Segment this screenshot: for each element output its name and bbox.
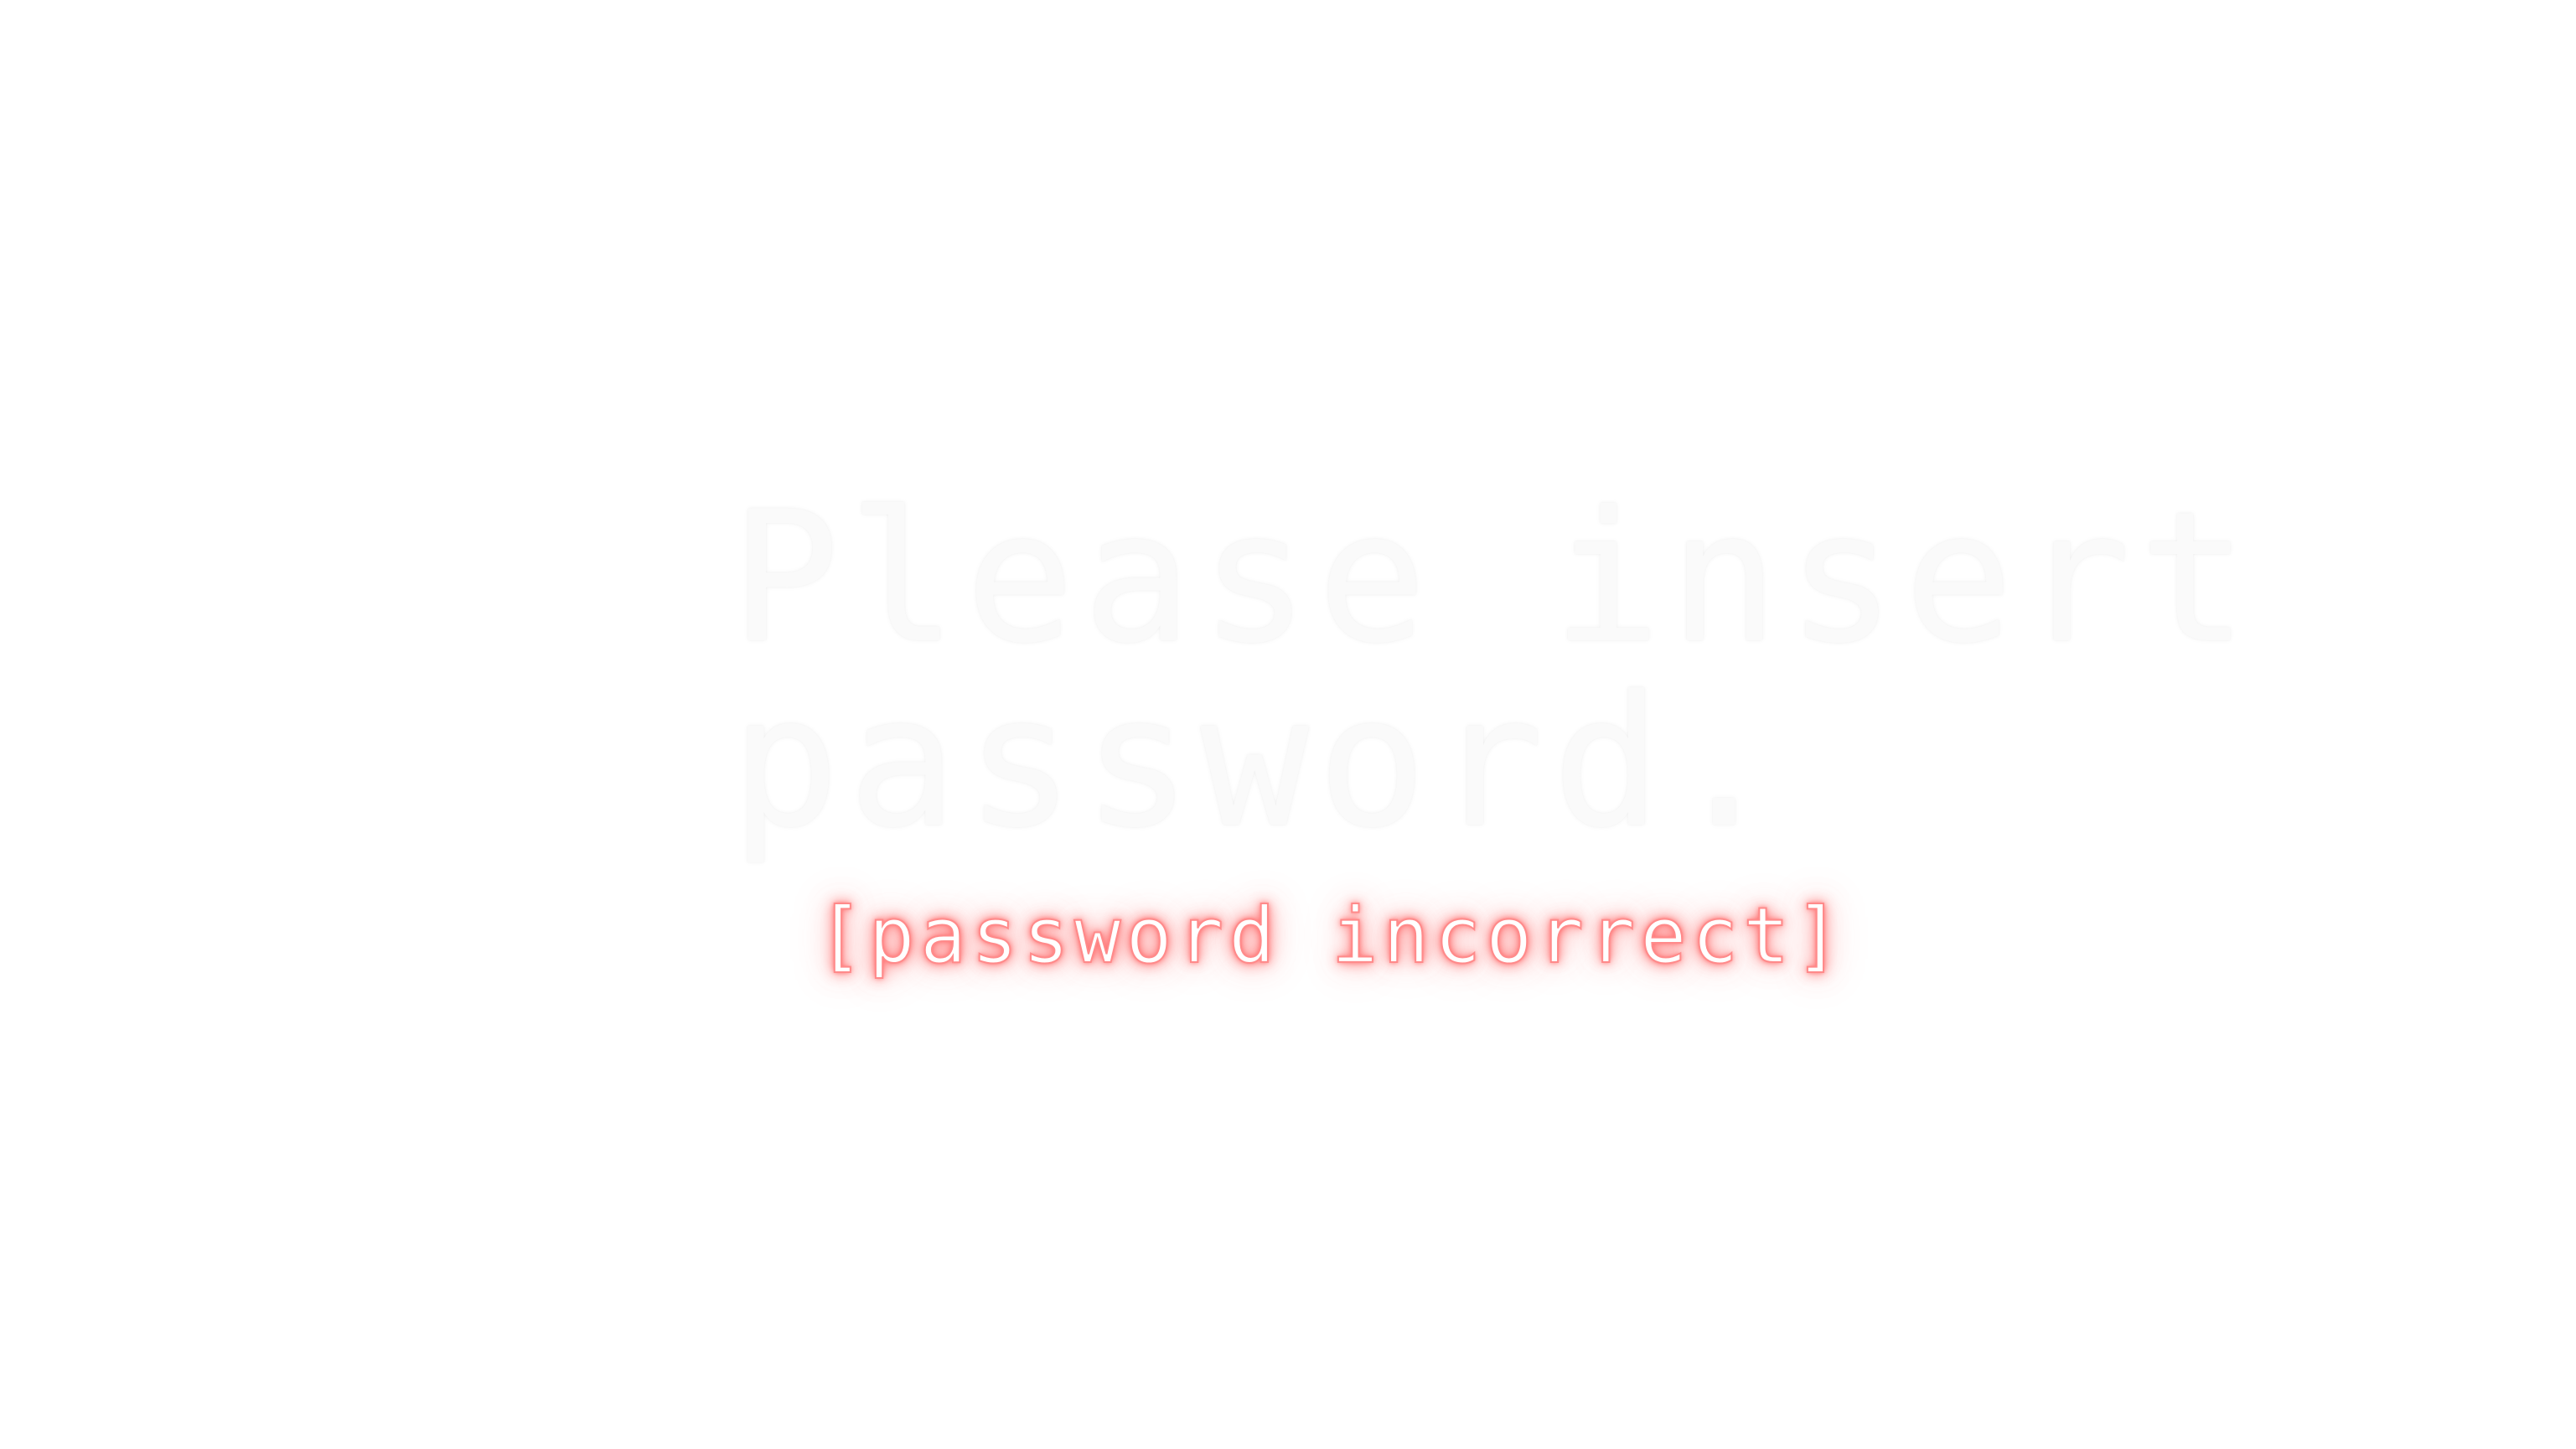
prompt-line-1: Please insert [731,473,2257,683]
password-prompt: Please insert password. [731,473,2257,867]
prompt-line-2: password. [731,657,1787,867]
error-message: [password incorrect] [816,890,1846,981]
password-screen: Please insert password. [password incorr… [0,0,2576,1449]
